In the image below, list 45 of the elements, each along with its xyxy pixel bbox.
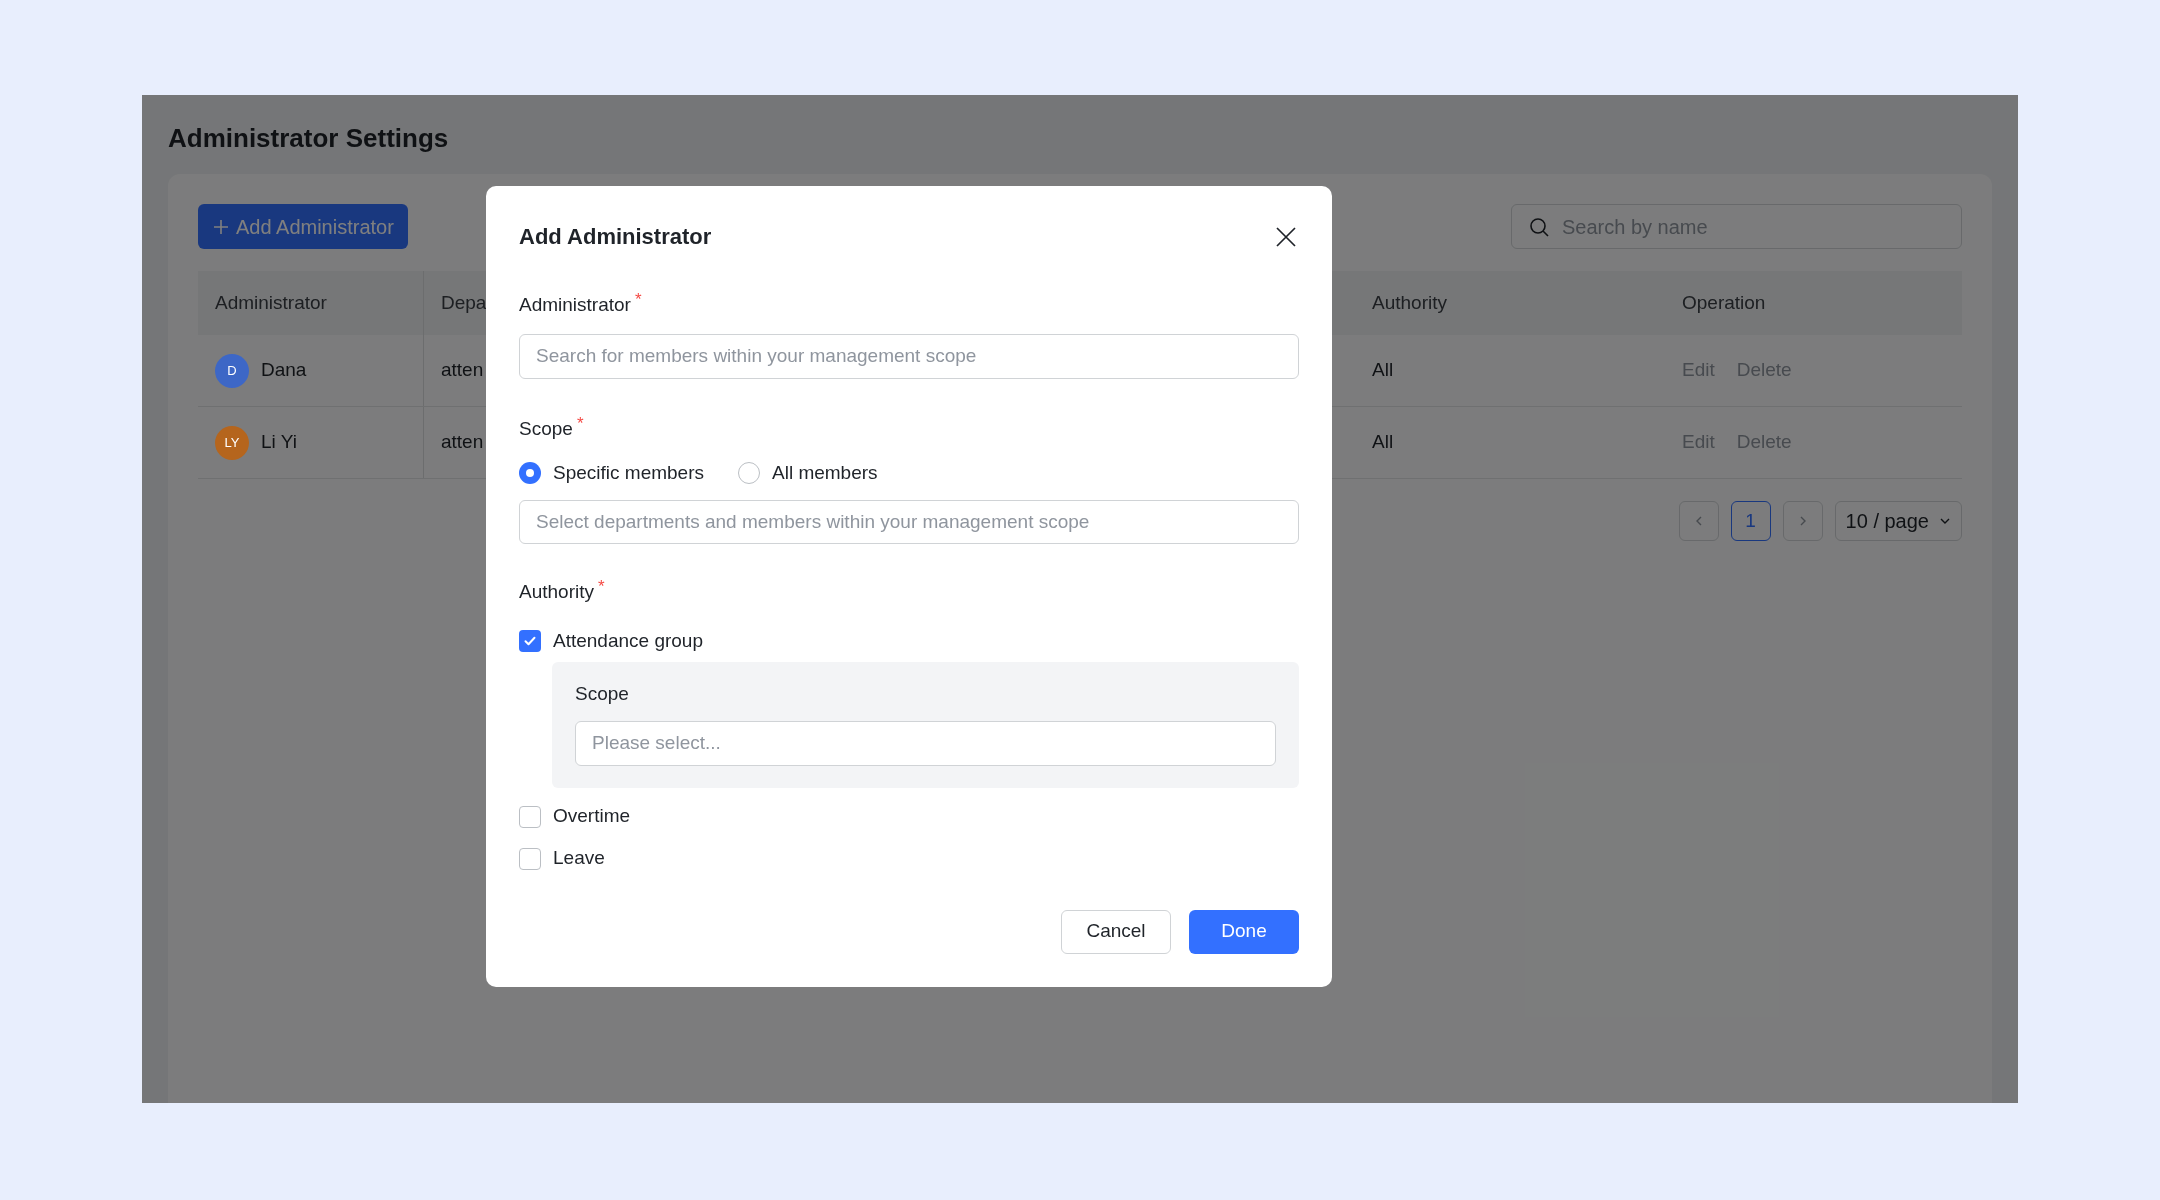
- checkbox[interactable]: [519, 847, 541, 870]
- avatar: D: [215, 353, 249, 388]
- required-mark: *: [634, 291, 642, 308]
- administrator-search-field[interactable]: Search for members within your management scope: [519, 333, 1299, 379]
- table-cell-text: Dana: [261, 358, 307, 383]
- table-cell: All: [1372, 431, 1394, 453]
- checkbox[interactable]: [519, 630, 541, 652]
- previous-page-button[interactable]: [1678, 501, 1719, 541]
- radio-button[interactable]: [738, 462, 760, 485]
- checkbox[interactable]: [519, 805, 541, 828]
- checkbox-label[interactable]: Attendance group: [553, 626, 703, 656]
- column-header: Operation: [1682, 290, 1766, 315]
- table-cell: atten: [441, 359, 484, 381]
- radio-button[interactable]: [519, 462, 541, 485]
- add-administrator-button[interactable]: Add Administrator: [198, 204, 408, 249]
- dialog-title: Add Administrator: [519, 223, 712, 251]
- page-title: Administrator Settings: [168, 122, 450, 155]
- column-header: Authority: [1372, 290, 1447, 315]
- plus-icon: [212, 217, 230, 236]
- field-label: Scope: [519, 416, 573, 441]
- checkbox-label[interactable]: Leave: [553, 844, 605, 873]
- close-icon: [1274, 224, 1298, 249]
- column-header: Administrator: [215, 290, 327, 315]
- required-mark: *: [598, 577, 605, 595]
- radio-option[interactable]: All members: [738, 459, 878, 488]
- scope-select-field[interactable]: Select departments and members within your management scope: [519, 499, 1299, 544]
- scope-select-field[interactable]: Please select...: [575, 720, 1276, 766]
- table-cell-text: Li Yi: [261, 430, 297, 455]
- checkmark-icon: [523, 634, 537, 648]
- avatar: LY: [215, 425, 249, 460]
- next-page-button[interactable]: [1782, 501, 1823, 541]
- table-cell: All: [1372, 359, 1394, 381]
- search-icon: [1528, 215, 1550, 238]
- column-header: Depa: [441, 290, 487, 315]
- page-button[interactable]: 1: [1730, 501, 1771, 541]
- required-mark: *: [576, 414, 584, 432]
- field-label: Scope: [575, 682, 630, 706]
- radio-option[interactable]: Specific members: [519, 459, 704, 488]
- cancel-button[interactable]: Cancel: [1061, 909, 1171, 954]
- checkbox-label[interactable]: Overtime: [553, 802, 631, 831]
- field-label: Authority: [519, 579, 594, 604]
- done-button[interactable]: Done: [1189, 909, 1299, 954]
- field-label: Administrator: [519, 293, 631, 317]
- page-size-select[interactable]: 10 / page: [1834, 501, 1962, 541]
- table-cell: atten: [441, 431, 484, 453]
